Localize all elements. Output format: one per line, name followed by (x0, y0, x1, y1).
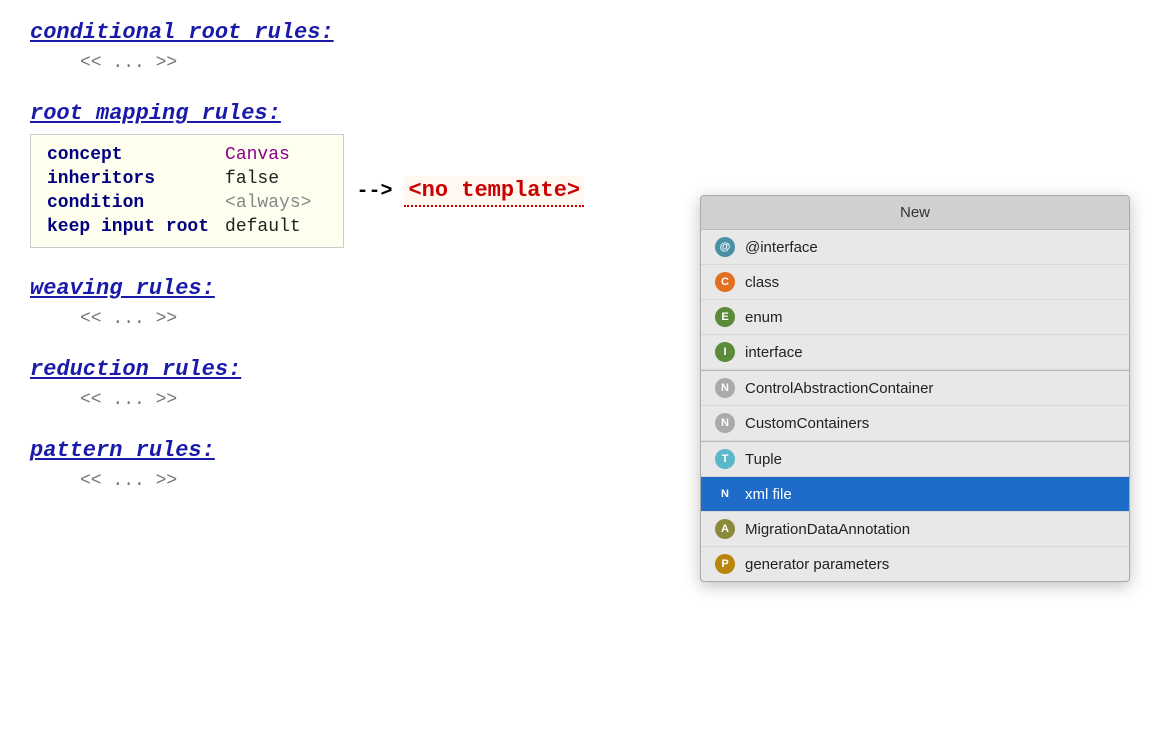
item-badge: P (715, 554, 735, 574)
conditional-root-ellipsis: << ... >> (30, 53, 1140, 73)
item-label: ControlAbstractionContainer (745, 380, 933, 397)
table-row: keep input root default (47, 215, 327, 239)
dropdown-item[interactable]: Iinterface (701, 335, 1129, 370)
dropdown-item[interactable]: N CustomContainers (701, 406, 1129, 441)
item-badge: N (715, 484, 735, 504)
val-always: <always> (225, 191, 327, 215)
dropdown-item[interactable]: Eenum (701, 300, 1129, 335)
item-label: CustomContainers (745, 415, 869, 432)
item-badge: N (715, 413, 735, 433)
arrow: --> (344, 180, 404, 203)
item-label: xml file (745, 486, 792, 503)
no-template-label[interactable]: <no template> (404, 176, 584, 207)
key-inheritors: inheritors (47, 167, 225, 191)
table-row: condition <always> (47, 191, 327, 215)
item-badge: A (715, 519, 735, 539)
table-row: concept Canvas (47, 143, 327, 167)
item-badge: N (715, 378, 735, 398)
val-default: default (225, 215, 327, 239)
item-label: interface (745, 344, 803, 361)
dropdown-item[interactable]: Pgenerator parameters (701, 547, 1129, 581)
key-condition: condition (47, 191, 225, 215)
item-label: Tuple (745, 451, 782, 468)
item-badge: C (715, 272, 735, 292)
root-mapping-title[interactable]: root mapping rules: (30, 101, 1140, 126)
dropdown-item[interactable]: T Tuple (701, 442, 1129, 477)
mapping-table: concept Canvas inheritors false conditio… (47, 143, 327, 239)
item-label: generator parameters (745, 556, 889, 573)
mapping-bracket-box: concept Canvas inheritors false conditio… (30, 134, 344, 248)
dropdown-popup: New @@interfaceCclassEenumIinterfaceNCon… (700, 195, 1130, 582)
item-badge: E (715, 307, 735, 327)
val-false: false (225, 167, 327, 191)
item-label: class (745, 274, 779, 291)
conditional-root-section: conditional root rules: << ... >> (30, 20, 1140, 73)
item-badge: T (715, 449, 735, 469)
item-badge: @ (715, 237, 735, 257)
table-row: inheritors false (47, 167, 327, 191)
val-canvas: Canvas (225, 143, 327, 167)
dropdown-item[interactable]: N ControlAbstractionContainer (701, 371, 1129, 406)
dropdown-item[interactable]: Cclass (701, 265, 1129, 300)
item-label: MigrationDataAnnotation (745, 521, 910, 538)
dropdown-header: New (701, 196, 1129, 230)
item-label: enum (745, 309, 783, 326)
dropdown-item[interactable]: Nxml file (701, 477, 1129, 512)
key-keep-input-root: keep input root (47, 215, 225, 239)
conditional-root-title[interactable]: conditional root rules: (30, 20, 1140, 45)
dropdown-item[interactable]: @ @interface (701, 230, 1129, 265)
item-badge: I (715, 342, 735, 362)
dropdown-item[interactable]: A MigrationDataAnnotation (701, 512, 1129, 547)
key-concept: concept (47, 143, 225, 167)
item-label: @interface (745, 239, 818, 256)
